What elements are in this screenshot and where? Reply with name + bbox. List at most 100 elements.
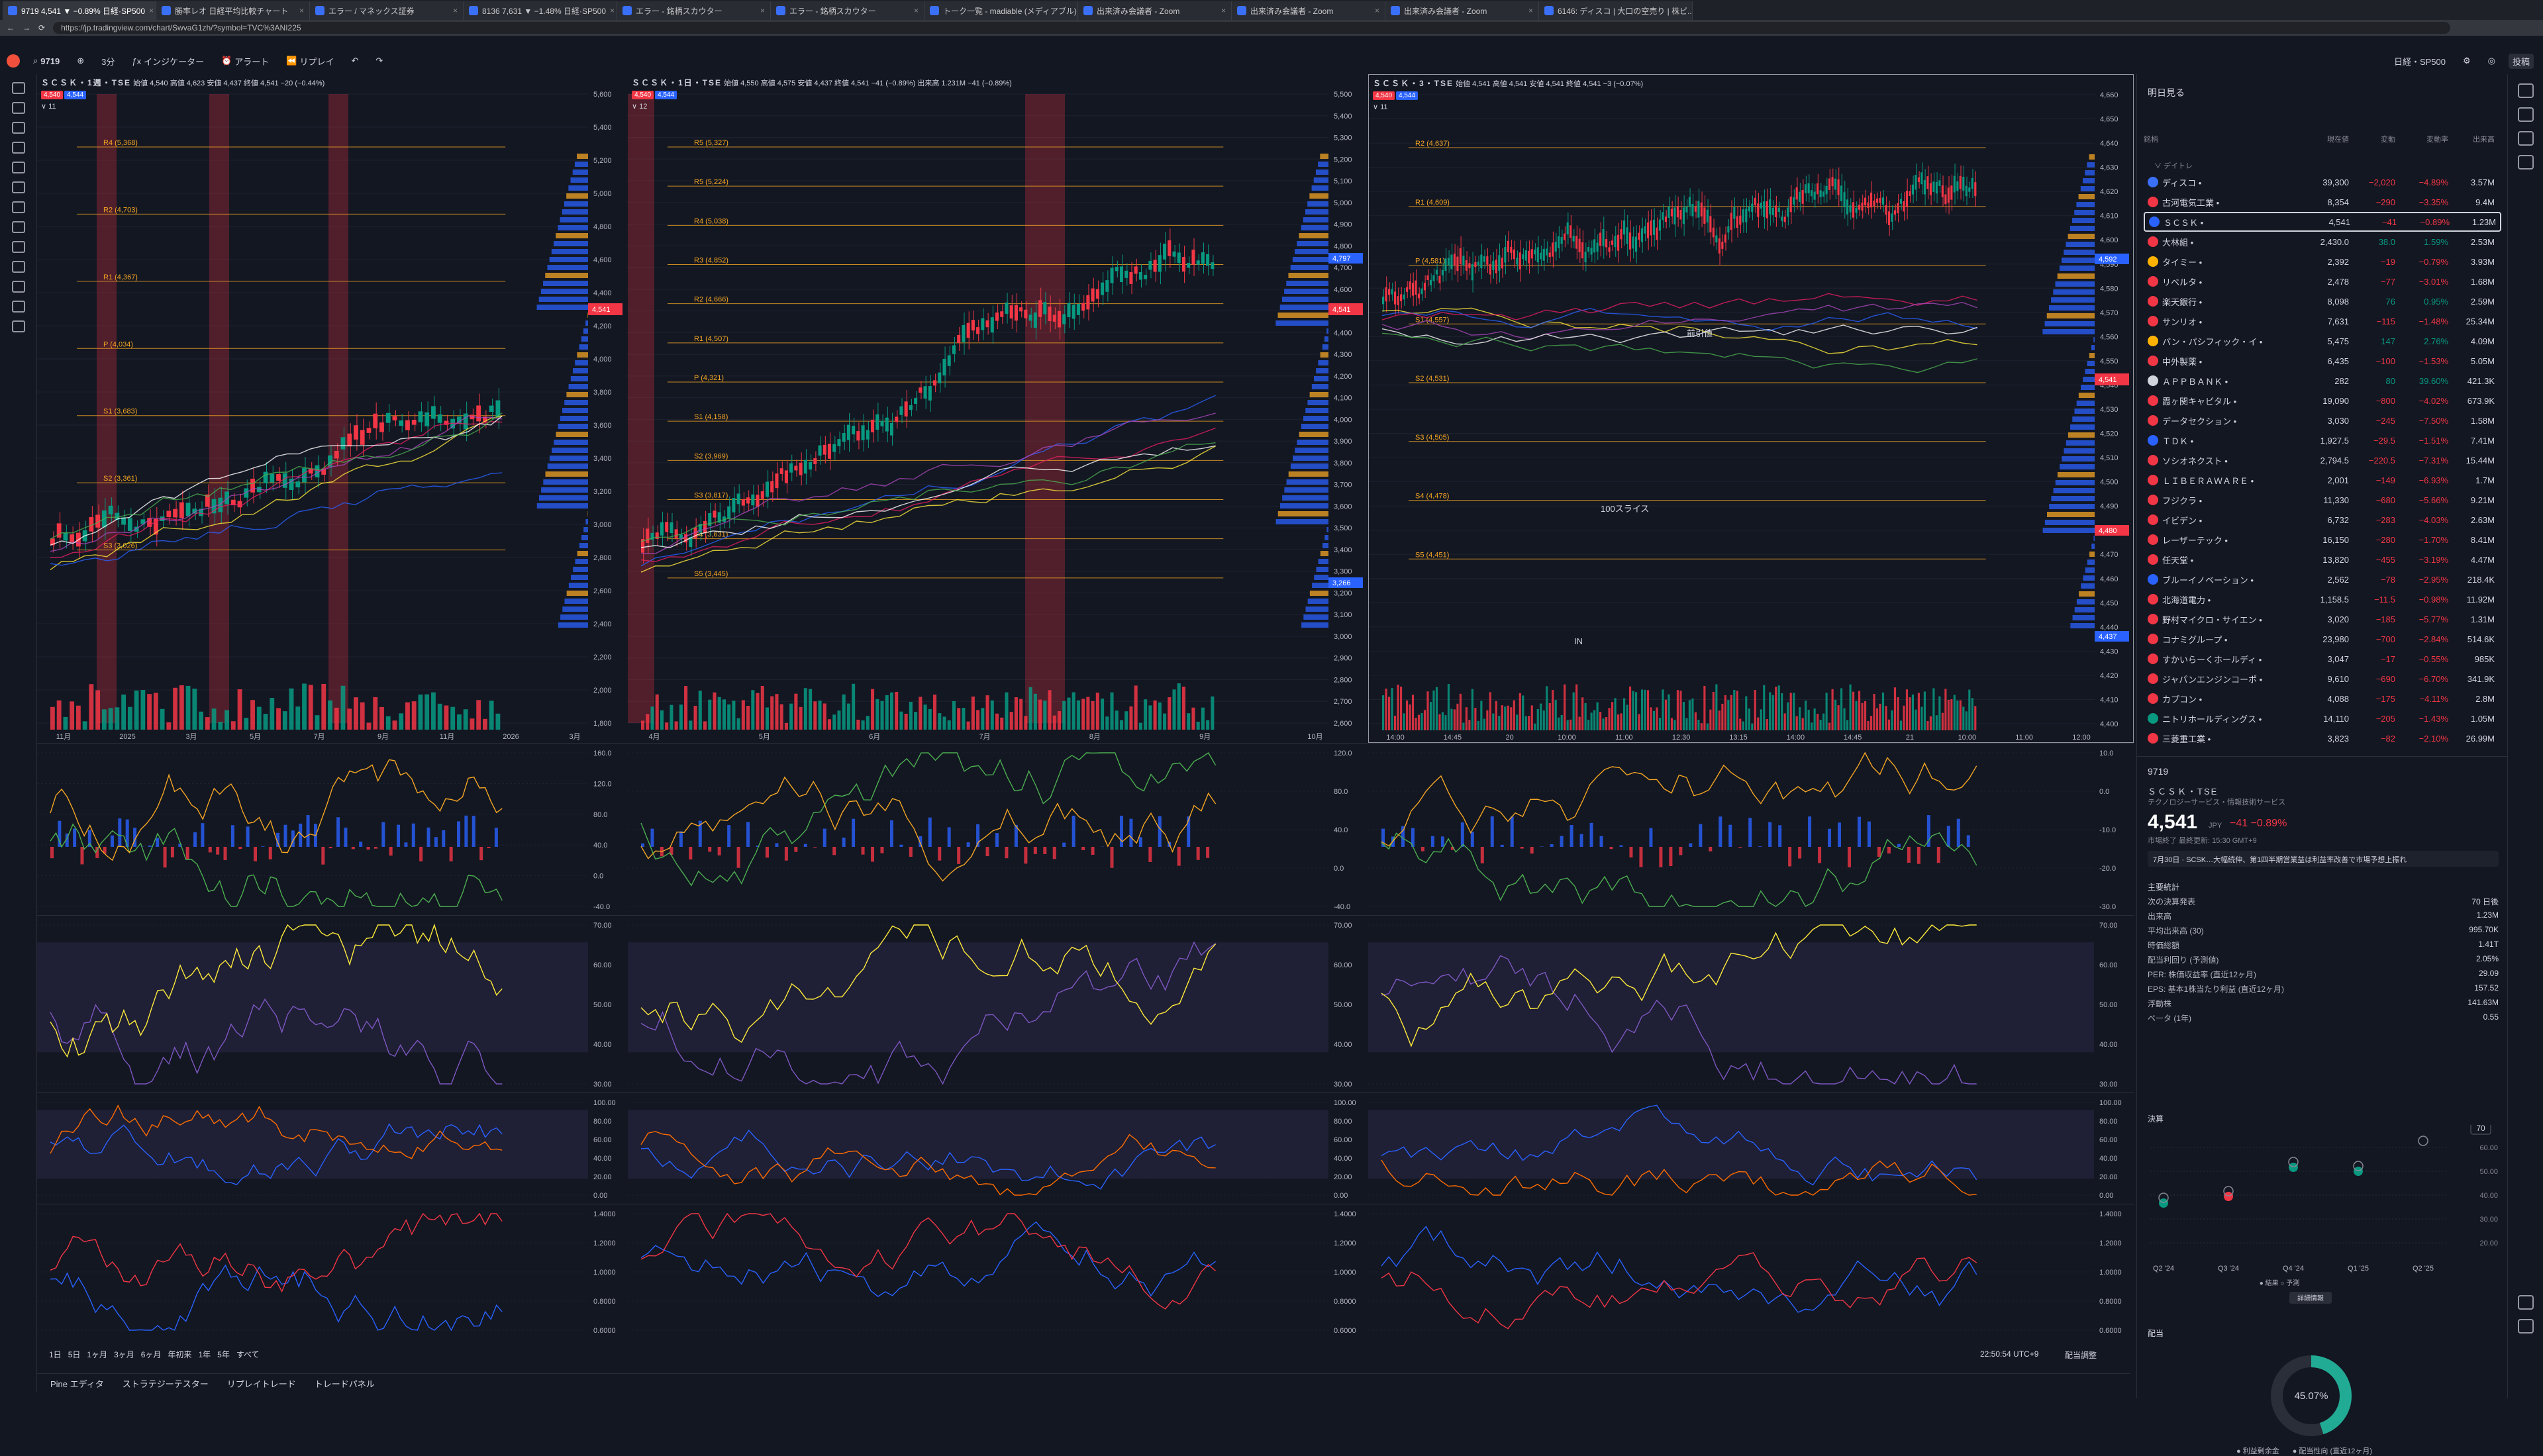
range-button[interactable]: 1日 xyxy=(49,1349,62,1360)
watchlist-row[interactable]: ソシオネクスト •2,794.5−220.5−7.31%15.44M xyxy=(2144,450,2501,470)
watchlist-title[interactable]: 明日見る xyxy=(2148,86,2185,99)
panel-tab[interactable]: ストラテジーテスター xyxy=(123,1377,209,1390)
oscillator-pane[interactable]: 100.0080.0060.0040.0020.000.00 xyxy=(1368,1092,2134,1204)
browser-tab[interactable]: 出来済み会議者 - Zoom× xyxy=(1232,1,1385,20)
browser-tab[interactable]: エラー - 銘柄スカウター× xyxy=(771,1,924,20)
watchlist-row[interactable]: ＴＤＫ •1,927.5−29.5−1.51%7.41M xyxy=(2144,430,2501,450)
trendline-icon[interactable] xyxy=(12,102,25,114)
watchlist-row[interactable]: サンリオ •7,631−115−1.48%25.34M xyxy=(2144,311,2501,331)
watchlist-row[interactable]: イビデン •6,732−283−4.03%2.63M xyxy=(2144,510,2501,530)
oscillator-pane[interactable]: 100.0080.0060.0040.0020.000.00 xyxy=(37,1092,628,1204)
price-chart[interactable]: 5,6005,4005,2005,0004,8004,6004,4004,200… xyxy=(37,74,628,743)
oscillator-pane[interactable]: 70.0060.0050.0040.0030.00 xyxy=(628,915,1368,1092)
watchlist-row[interactable]: 中外製薬 •6,435−100−1.53%5.05M xyxy=(2144,351,2501,371)
watchlist-row[interactable]: 北海道電力 •1,158.5−11.5−0.98%11.92M xyxy=(2144,589,2501,609)
chart-pane[interactable]: 5,6005,4005,2005,0004,8004,6004,4004,200… xyxy=(37,74,628,743)
close-icon[interactable]: × xyxy=(453,6,458,15)
panel-tab[interactable]: リプレイトレード xyxy=(227,1377,296,1390)
watchlist-row[interactable]: すかいらーくホールディ •3,047−17−0.55%985K xyxy=(2144,649,2501,669)
bid-chip[interactable]: 4,540 xyxy=(632,91,654,99)
redo-icon[interactable]: ↷ xyxy=(372,54,387,68)
close-icon[interactable]: × xyxy=(149,6,154,15)
trash-icon[interactable] xyxy=(12,320,25,332)
range-button[interactable]: 6ヶ月 xyxy=(141,1349,162,1360)
zoom-icon[interactable] xyxy=(12,241,25,253)
price-chart[interactable]: 5,5005,4005,3005,2005,1005,0004,9004,800… xyxy=(628,74,1368,743)
indicator-count[interactable]: ∨ 12 xyxy=(632,102,1012,111)
close-icon[interactable]: × xyxy=(610,6,615,15)
watchlist-icon[interactable] xyxy=(2518,83,2534,98)
pane-symbol-title[interactable]: ＳＣＳＫ・1日・TSE xyxy=(632,78,722,87)
interval-button[interactable]: 3分 xyxy=(97,54,119,69)
magnet-icon[interactable] xyxy=(12,261,25,273)
fib-icon[interactable] xyxy=(12,122,25,134)
reload-icon[interactable]: ⟳ xyxy=(38,23,45,32)
watchlist-row[interactable]: ジャパンエンジンコーポ •9,610−690−6.70%341.9K xyxy=(2144,669,2501,689)
price-chart[interactable]: 4,6604,6504,6404,6304,6204,6104,6004,590… xyxy=(1369,75,2134,743)
publish-button[interactable]: 投稿 xyxy=(2509,54,2534,69)
oscillator-pane[interactable]: 1.40001.20001.00000.80000.6000 xyxy=(628,1204,1368,1339)
alert-icon[interactable] xyxy=(2518,107,2534,122)
range-button[interactable]: 年初来 xyxy=(168,1349,191,1360)
browser-tab[interactable]: 9719 4,541 ▼ −0.89% 日経·SP500× xyxy=(3,1,156,20)
browser-tab[interactable]: エラー / マネックス証券× xyxy=(310,1,464,20)
pane-symbol-title[interactable]: ＳＣＳＫ・1週・TSE xyxy=(41,78,131,87)
ask-chip[interactable]: 4,544 xyxy=(1396,91,1418,100)
calendar-icon[interactable] xyxy=(2518,1295,2534,1310)
close-icon[interactable]: × xyxy=(1528,6,1533,15)
oscillator-pane[interactable]: 1.40001.20001.00000.80000.6000 xyxy=(37,1204,628,1339)
browser-tab[interactable]: 8136 7,631 ▼ −1.48% 日経·SP500× xyxy=(464,1,617,20)
back-icon[interactable]: ← xyxy=(7,23,15,32)
symbol-search[interactable]: ⌕9719 xyxy=(29,54,64,68)
browser-tab[interactable]: 出来済み会議者 - Zoom× xyxy=(1078,1,1232,20)
bid-chip[interactable]: 4,540 xyxy=(41,91,63,99)
watchlist-section-label[interactable]: ∨ デイトレ xyxy=(2144,160,2501,172)
oscillator-pane[interactable]: 10.00.0-10.0-20.0-30.0 xyxy=(1368,743,2134,915)
camera-icon[interactable]: ◎ xyxy=(2484,54,2499,68)
watchlist-row[interactable]: パン・パシフィック・イ •5,4751472.76%4.09M xyxy=(2144,331,2501,351)
chat-icon[interactable] xyxy=(2518,155,2534,170)
forward-icon[interactable]: → xyxy=(23,23,30,32)
alert-button[interactable]: ⏰アラート xyxy=(217,54,273,69)
watchlist-row[interactable]: データセクション •3,030−245−7.50%1.58M xyxy=(2144,411,2501,430)
watchlist-row[interactable]: ＬＩＢＥＲＡＷＡＲＥ •2,001−149−6.93%1.7M xyxy=(2144,470,2501,490)
chart-pane[interactable]: 5,5005,4005,3005,2005,1005,0004,9004,800… xyxy=(628,74,1368,743)
range-button[interactable]: すべて xyxy=(236,1349,260,1360)
range-button[interactable]: 5日 xyxy=(68,1349,81,1360)
watchlist-row[interactable]: コナミグループ •23,980−700−2.84%514.6K xyxy=(2144,629,2501,649)
ask-chip[interactable]: 4,544 xyxy=(64,91,86,99)
panel-tab[interactable]: トレードパネル xyxy=(315,1377,375,1390)
watchlist-row[interactable]: ブルーイノベーション •2,562−78−2.95%218.4K xyxy=(2144,569,2501,589)
browser-tab[interactable]: 出来済み会議者 - Zoom× xyxy=(1385,1,1539,20)
oscillator-pane[interactable]: 120.080.040.00.0-40.0 xyxy=(628,743,1368,915)
range-button[interactable]: 1ヶ月 xyxy=(87,1349,107,1360)
watchlist-row[interactable]: 楽天銀行 •8,098760.95%2.59M xyxy=(2144,291,2501,311)
indicator-count[interactable]: ∨ 11 xyxy=(41,102,324,111)
ruler-icon[interactable] xyxy=(12,221,25,233)
lock-icon[interactable] xyxy=(12,281,25,293)
watchlist-row[interactable]: フジクラ •11,330−680−5.66%9.21M xyxy=(2144,490,2501,510)
browser-tab[interactable]: 6146: ディスコ | 大口の空売り | 株ビ...× xyxy=(1539,1,1693,20)
watchlist-row[interactable]: 大林組 •2,430.038.01.59%2.53M xyxy=(2144,232,2501,252)
add-symbol-button[interactable]: ⊕ xyxy=(73,54,88,68)
crosshair-icon[interactable] xyxy=(12,82,25,94)
panel-tab[interactable]: Pine エディタ xyxy=(50,1377,104,1390)
close-icon[interactable]: × xyxy=(299,6,304,15)
oscillator-pane[interactable]: 1.40001.20001.00000.80000.6000 xyxy=(1368,1204,2134,1339)
watchlist-row[interactable]: タイミー •2,392−19−0.79%3.93M xyxy=(2144,252,2501,271)
close-icon[interactable]: × xyxy=(1221,6,1226,15)
settings-icon[interactable]: ⚙ xyxy=(2459,54,2475,68)
pattern-icon[interactable] xyxy=(12,142,25,154)
replay-button[interactable]: ⏪リプレイ xyxy=(282,54,338,69)
adjust-button[interactable]: 配当調整 xyxy=(2065,1349,2097,1361)
watchlist-row[interactable]: 霞ヶ関キャピタル •19,090−800−4.02%673.9K xyxy=(2144,391,2501,411)
range-button[interactable]: 3ヶ月 xyxy=(114,1349,134,1360)
watchlist-row[interactable]: 野村マイクロ・サイエン •3,020−185−5.77%1.31M xyxy=(2144,609,2501,629)
watchlist-row[interactable]: 古河電気工業 •8,354−290−3.35%9.4M xyxy=(2144,192,2501,212)
oscillator-pane[interactable]: 70.0060.0050.0040.0030.00 xyxy=(1368,915,2134,1092)
close-icon[interactable]: × xyxy=(914,6,919,15)
hotlist-icon[interactable] xyxy=(2518,131,2534,146)
emoji-icon[interactable] xyxy=(12,201,25,213)
layout-name[interactable]: 日経・SP500 xyxy=(2390,54,2450,69)
watchlist-row[interactable]: カプコン •4,088−175−4.11%2.8M xyxy=(2144,689,2501,708)
